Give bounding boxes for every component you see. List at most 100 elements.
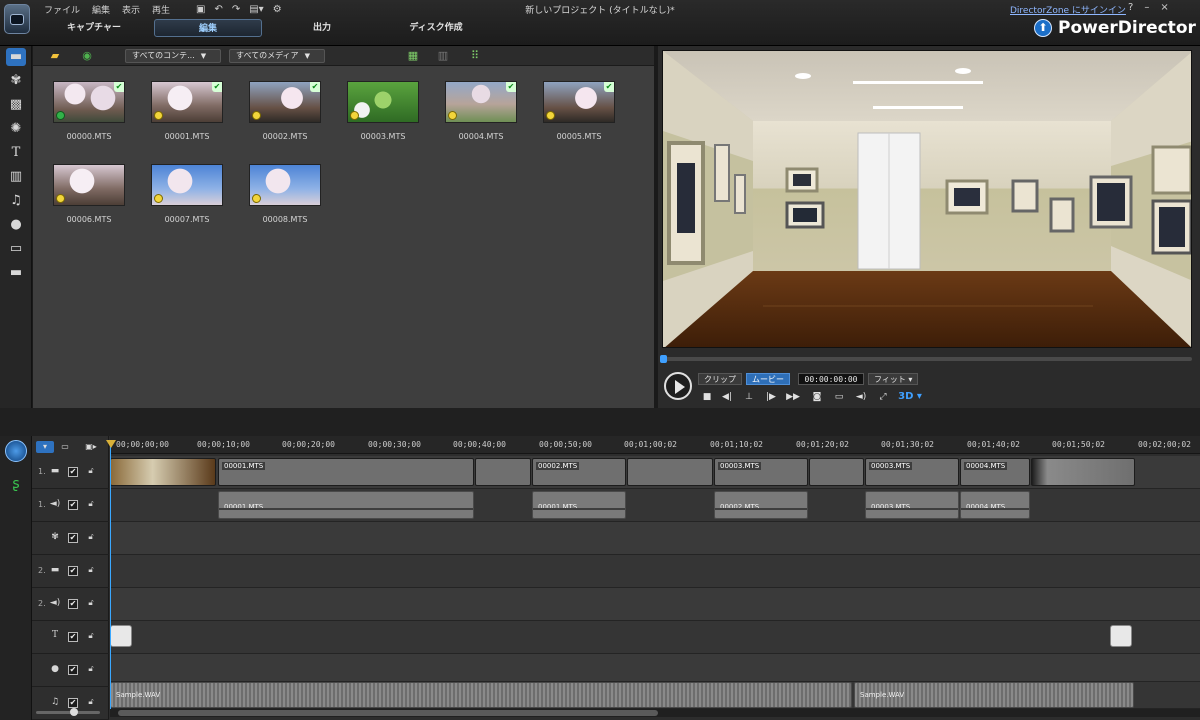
library-clip-thumb[interactable]: ✔ bbox=[151, 81, 223, 123]
seek-knob[interactable] bbox=[660, 355, 667, 363]
fast-forward-icon[interactable]: ▶▶ bbox=[786, 390, 800, 404]
timeline-video-clip[interactable]: 00003.MTS bbox=[865, 458, 959, 486]
timeline-video-clip[interactable]: 00003.MTS bbox=[714, 458, 808, 486]
clip-mode-button[interactable]: クリップ bbox=[698, 373, 742, 385]
undo-icon[interactable]: ↶ bbox=[214, 4, 222, 15]
detect-scenes-icon[interactable]: ▥ bbox=[435, 49, 451, 63]
timeline-audio-clip[interactable]: 00003.MTS bbox=[865, 491, 959, 519]
track-select-icon[interactable]: ▾ bbox=[36, 441, 54, 453]
media-filter-dropdown[interactable]: すべてのメディア ▼ bbox=[229, 49, 325, 63]
gear-icon[interactable]: ⚙ bbox=[273, 4, 282, 15]
voice-track[interactable] bbox=[110, 654, 1200, 682]
seek-bar[interactable] bbox=[662, 357, 1192, 361]
undock-preview-icon[interactable]: ▭ bbox=[832, 390, 846, 404]
tab-capture[interactable]: キャプチャー bbox=[40, 19, 148, 37]
library-clip-thumb[interactable] bbox=[53, 164, 125, 206]
capture-menu-icon[interactable]: ▤▾ bbox=[249, 4, 263, 15]
minimize-button[interactable]: – bbox=[1144, 2, 1149, 13]
timeline-view-icon[interactable] bbox=[5, 440, 27, 462]
library-clip-thumb[interactable] bbox=[347, 81, 419, 123]
add-to-timeline-icon[interactable]: ▦ bbox=[405, 49, 421, 63]
fullscreen-icon[interactable]: ⤢ bbox=[876, 390, 890, 404]
tab-create-disc[interactable]: ディスク作成 bbox=[382, 19, 490, 37]
timeline-video-clip[interactable]: 00004.MTS bbox=[960, 458, 1030, 486]
video-track-2[interactable] bbox=[110, 555, 1200, 588]
title-clip[interactable] bbox=[1110, 625, 1132, 647]
library-clip-thumb[interactable] bbox=[151, 164, 223, 206]
brand-upgrade-icon[interactable]: ⬆ bbox=[1034, 19, 1052, 37]
library-clip-thumb[interactable]: ✔ bbox=[445, 81, 517, 123]
track-enable-checkbox[interactable]: ✔ bbox=[68, 500, 78, 510]
content-filter-dropdown[interactable]: すべてのコンテ... ▼ bbox=[125, 49, 221, 63]
track-enable-checkbox[interactable]: ✔ bbox=[68, 566, 78, 576]
playhead-handle[interactable] bbox=[106, 440, 116, 448]
track-enable-checkbox[interactable]: ✔ bbox=[68, 632, 78, 642]
effect-track[interactable] bbox=[110, 522, 1200, 555]
track-enable-checkbox[interactable]: ✔ bbox=[68, 467, 78, 477]
chapter-room-icon[interactable]: ▭ bbox=[6, 240, 26, 258]
lock-icon[interactable]: 🔓︎ bbox=[86, 598, 96, 608]
directorzone-signin-link[interactable]: DirectorZone にサインイン bbox=[1010, 3, 1126, 16]
playhead[interactable] bbox=[110, 442, 111, 712]
voiceover-room-icon[interactable]: ● bbox=[6, 216, 26, 234]
snapshot-icon[interactable]: ◙ bbox=[810, 390, 824, 404]
library-clip-thumb[interactable]: ✔ bbox=[543, 81, 615, 123]
volume-icon[interactable]: ◄) bbox=[854, 390, 868, 404]
stop-icon[interactable]: ■ bbox=[700, 390, 714, 404]
transition-room-icon[interactable]: ▥ bbox=[6, 168, 26, 186]
next-frame-icon[interactable]: |▶ bbox=[764, 390, 778, 404]
preview-screen[interactable] bbox=[662, 50, 1192, 348]
timeline-video-clip[interactable] bbox=[809, 458, 864, 486]
pip-room-icon[interactable]: ▩ bbox=[6, 96, 26, 114]
save-icon[interactable]: ▣ bbox=[196, 4, 205, 15]
library-clip-thumb[interactable]: ✔ bbox=[249, 81, 321, 123]
timeline-video-clip[interactable]: 00001.MTS bbox=[218, 458, 474, 486]
track-enable-checkbox[interactable]: ✔ bbox=[68, 665, 78, 675]
tab-produce[interactable]: 出力 bbox=[268, 19, 376, 37]
menu-view[interactable]: 表示 bbox=[122, 3, 140, 16]
panel-divider[interactable] bbox=[0, 408, 1200, 436]
close-button[interactable]: × bbox=[1160, 2, 1168, 13]
particle-room-icon[interactable]: ✺ bbox=[6, 120, 26, 138]
media-room-icon[interactable]: ▬ bbox=[6, 48, 26, 66]
timeline-video-clip[interactable]: 00002.MTS bbox=[532, 458, 626, 486]
redo-icon[interactable]: ↷ bbox=[232, 4, 240, 15]
timeline-video-clip[interactable] bbox=[110, 458, 216, 486]
add-track-icon[interactable]: ▣▸ bbox=[82, 441, 100, 453]
music-track[interactable]: Sample.WAV Sample.WAV bbox=[110, 682, 1200, 709]
track-manager-icon[interactable]: ▭ bbox=[56, 441, 74, 453]
fit-dropdown[interactable]: フィット ▾ bbox=[868, 373, 919, 385]
timeline-music-clip[interactable]: Sample.WAV bbox=[854, 682, 1134, 708]
lock-icon[interactable]: 🔓︎ bbox=[86, 664, 96, 674]
grid-view-icon[interactable]: ⠿ bbox=[467, 49, 483, 63]
timeline-audio-clip[interactable]: 00001.MTS bbox=[218, 491, 474, 519]
timeline-video-clip[interactable] bbox=[475, 458, 531, 486]
storyboard-view-icon[interactable]: ʂ bbox=[8, 476, 24, 492]
timeline-scrollbar-thumb[interactable] bbox=[118, 710, 658, 716]
track-enable-checkbox[interactable]: ✔ bbox=[68, 698, 78, 708]
title-clip[interactable] bbox=[110, 625, 132, 647]
lock-icon[interactable]: 🔓︎ bbox=[86, 499, 96, 509]
timeline-audio-clip[interactable]: 00001.MTS bbox=[532, 491, 626, 519]
previous-frame-icon[interactable]: ◀| bbox=[720, 390, 734, 404]
effect-room-icon[interactable]: ✾ bbox=[6, 72, 26, 90]
timeline-zoom-knob[interactable] bbox=[70, 708, 78, 716]
menu-file[interactable]: ファイル bbox=[44, 3, 80, 16]
audio-mixing-room-icon[interactable]: ♫ bbox=[6, 192, 26, 210]
import-folder-icon[interactable]: ▰ bbox=[47, 49, 63, 63]
timecode-display[interactable]: 00:00:00:00 bbox=[798, 373, 864, 385]
lock-icon[interactable]: 🔓︎ bbox=[86, 532, 96, 542]
timeline-zoom-slider[interactable] bbox=[36, 711, 100, 714]
play-button[interactable] bbox=[664, 372, 692, 400]
directorzone-icon[interactable]: ◉ bbox=[79, 49, 95, 63]
tab-edit[interactable]: 編集 bbox=[154, 19, 262, 37]
timeline-music-clip[interactable]: Sample.WAV bbox=[110, 682, 852, 708]
subtitle-room-icon[interactable]: ▬ bbox=[6, 264, 26, 282]
timeline-video-clip[interactable] bbox=[627, 458, 713, 486]
timeline-audio-clip[interactable]: 00004.MTS bbox=[960, 491, 1030, 519]
video-track-1[interactable]: 00001.MTS 00002.MTS 00003.MTS 00003.MTS … bbox=[110, 456, 1200, 489]
menu-edit[interactable]: 編集 bbox=[92, 3, 110, 16]
split-icon[interactable]: ⊥ bbox=[742, 390, 756, 404]
time-ruler[interactable]: 00;00;00;00 00;00;10;00 00;00;20;00 00;0… bbox=[110, 436, 1200, 454]
lock-icon[interactable]: 🔓︎ bbox=[86, 466, 96, 476]
